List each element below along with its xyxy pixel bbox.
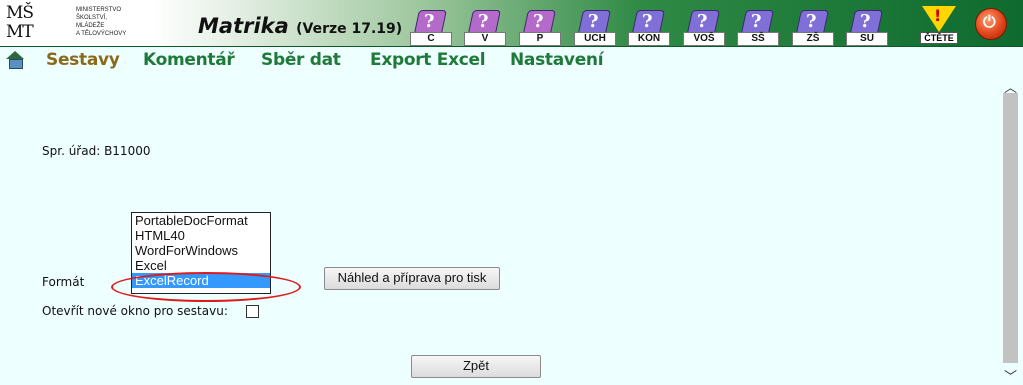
tool-v-button[interactable]: ? V	[464, 8, 506, 46]
tool-label: KON	[628, 32, 670, 46]
menu-komentar[interactable]: Komentář	[143, 50, 235, 70]
tool-label: VOŠ	[683, 32, 725, 46]
tool-label: ZŠ	[792, 32, 834, 46]
menu-nastaveni[interactable]: Nastavení	[510, 50, 604, 70]
question-mark-icon: ?	[697, 11, 708, 32]
home-roof	[6, 51, 24, 59]
tool-label: UCH	[574, 32, 616, 46]
question-mark-icon: ?	[478, 11, 489, 32]
menu-sestavy[interactable]: Sestavy	[46, 50, 120, 70]
preview-button[interactable]: Náhled a příprava pro tisk	[324, 267, 500, 290]
menu-sber-dat[interactable]: Sběr dat	[261, 50, 341, 70]
app-title: Matrika (Verze 17.19)	[198, 14, 402, 38]
logo-line-2: Školství,	[76, 15, 108, 21]
tool-vos-button[interactable]: ? VOŠ	[683, 8, 725, 46]
tool-label: SŠ	[737, 32, 779, 46]
tool-p-button[interactable]: ? P	[519, 8, 561, 46]
menu-export-excel[interactable]: Export Excel	[370, 50, 486, 70]
app-header: MŠ MT Ministerstvo Školství, Mládeže a T…	[0, 0, 1023, 47]
home-icon[interactable]	[6, 51, 24, 69]
question-mark-icon: ?	[751, 11, 762, 32]
logo-text: Ministerstvo Školství, Mládeže a Tělovýc…	[76, 6, 126, 38]
tool-kon-button[interactable]: ? KON	[628, 8, 670, 46]
scroll-down-icon[interactable]: ﹀	[1004, 366, 1017, 385]
app-title-text: Matrika	[198, 14, 289, 38]
question-mark-icon: ?	[642, 11, 653, 32]
office-label: Spr. úřad: B11000	[42, 144, 151, 158]
tool-label: C	[410, 32, 452, 46]
power-icon: ⏻	[983, 12, 996, 31]
logo-letters: MŠ MT	[6, 3, 34, 42]
scroll-thumb[interactable]	[1003, 93, 1018, 363]
tool-su-button[interactable]: ? SU	[846, 8, 888, 46]
format-option[interactable]: HTML40	[132, 228, 270, 243]
new-window-checkbox[interactable]	[246, 305, 259, 318]
tool-label: SU	[846, 32, 888, 46]
question-mark-icon: ?	[806, 11, 817, 32]
tool-uch-button[interactable]: ? UCH	[574, 8, 616, 46]
logo-line-4: a Tělovýchovy	[76, 31, 127, 37]
home-base	[9, 59, 23, 69]
format-option[interactable]: PortableDocFormat	[132, 213, 270, 228]
power-button[interactable]: ⏻	[975, 8, 1007, 40]
app-version: (Verze 17.19)	[296, 21, 403, 37]
read-me-label: ČTĚTE	[920, 32, 958, 44]
format-option-selected[interactable]: ExcelRecord	[132, 273, 270, 288]
report-form: Spr. úřad: B11000 PortableDocFormat HTML…	[0, 73, 1000, 385]
tool-zs-button[interactable]: ? ZŠ	[792, 8, 834, 46]
exclamation-icon: !	[934, 6, 942, 25]
back-button[interactable]: Zpět	[411, 355, 541, 378]
format-label: Formát	[42, 275, 85, 289]
question-mark-icon: ?	[424, 11, 435, 32]
msmt-logo: MŠ MT Ministerstvo Školství, Mládeže a T…	[2, 2, 147, 44]
logo-line-1: Ministerstvo	[76, 7, 122, 13]
format-option[interactable]: Excel	[132, 258, 270, 273]
read-me-button[interactable]: ! ČTĚTE	[918, 6, 960, 44]
question-mark-icon: ?	[860, 11, 871, 32]
tool-label: P	[519, 32, 561, 46]
tool-c-button[interactable]: ? C	[410, 8, 452, 46]
main-menu: Sestavy Komentář Sběr dat Export Excel N…	[0, 47, 1023, 73]
tool-ss-button[interactable]: ? SŠ	[737, 8, 779, 46]
format-listbox[interactable]: PortableDocFormat HTML40 WordForWindows …	[131, 212, 271, 294]
format-option[interactable]: WordForWindows	[132, 243, 270, 258]
tool-label: V	[464, 32, 506, 46]
question-mark-icon: ?	[588, 11, 599, 32]
question-mark-icon: ?	[533, 11, 544, 32]
logo-line-3: Mládeže	[76, 23, 105, 29]
vertical-scrollbar[interactable]: ︿ ﹀	[1000, 73, 1023, 385]
new-window-label: Otevřít nové okno pro sestavu:	[42, 304, 228, 318]
